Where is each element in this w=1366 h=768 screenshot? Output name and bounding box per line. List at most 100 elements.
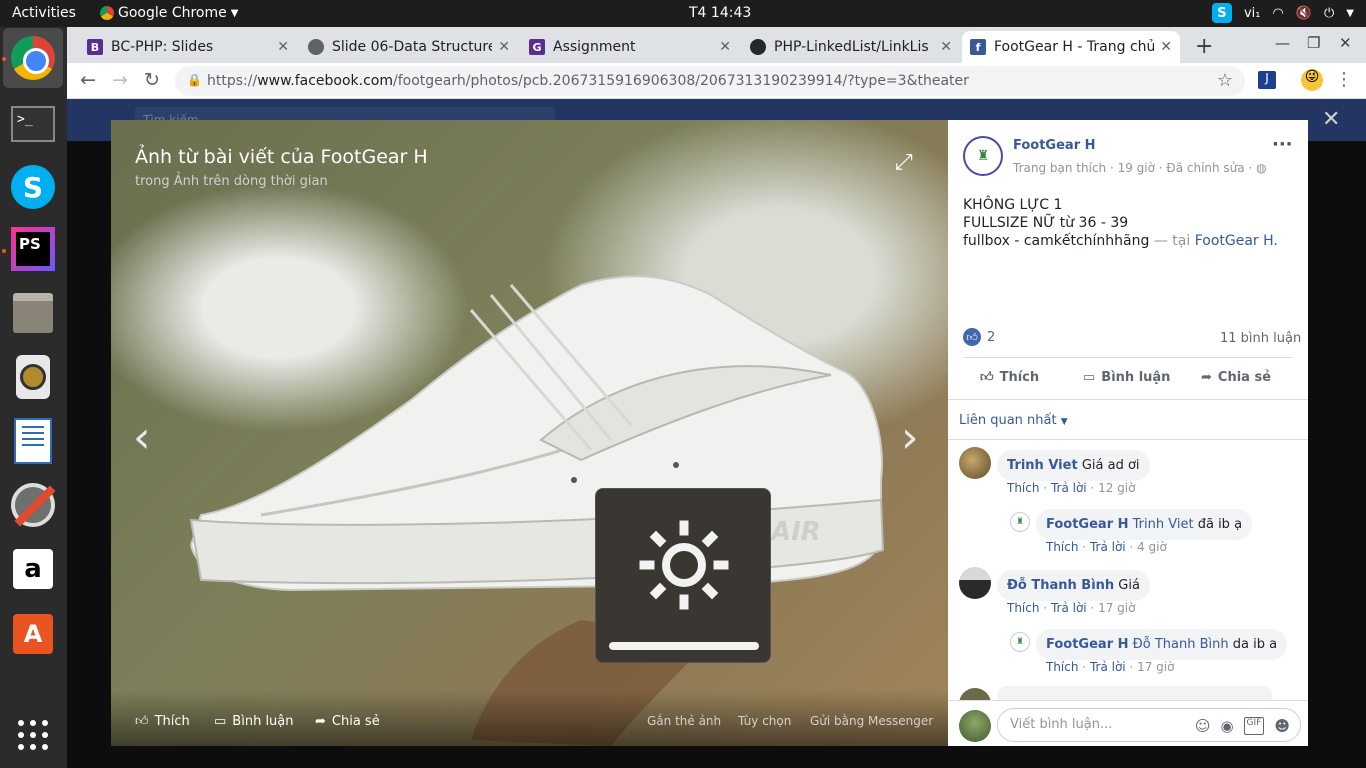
camera-icon[interactable]: ◉ bbox=[1220, 717, 1233, 735]
comment-like-link[interactable]: Thích bbox=[1046, 660, 1078, 674]
commenter-name[interactable]: FootGear H bbox=[1046, 637, 1129, 652]
dock-files[interactable] bbox=[9, 289, 57, 337]
photo-comment-button[interactable]: ▭ Bình luận bbox=[214, 714, 294, 729]
comment-input[interactable]: Viết bình luận... ☺ ◉ GIF ☻ bbox=[997, 708, 1301, 742]
tab-php-linkedlist[interactable]: PHP-LinkedList/LinkLis ✕ bbox=[742, 31, 960, 63]
back-button[interactable]: ← bbox=[80, 69, 96, 91]
comment-text: đã ib ạ bbox=[1197, 517, 1243, 532]
dock-writer[interactable] bbox=[9, 417, 57, 465]
address-bar[interactable]: 🔒 https://www.facebook.com/footgearh/pho… bbox=[175, 66, 1245, 96]
next-photo-arrow[interactable]: › bbox=[901, 412, 919, 463]
comment-like-link[interactable]: Thích bbox=[1007, 481, 1039, 495]
globe-icon: ◍ bbox=[1256, 161, 1267, 175]
close-tab-icon[interactable]: ✕ bbox=[719, 39, 731, 55]
comment-sort-dropdown[interactable]: Liên quan nhất ▼ bbox=[959, 413, 1068, 428]
comment-button[interactable]: ▭ Bình luận bbox=[1083, 370, 1170, 385]
settings-icon bbox=[11, 483, 55, 527]
close-tab-icon[interactable]: ✕ bbox=[498, 39, 510, 55]
wifi-icon: ◠ bbox=[1272, 5, 1284, 21]
avatar[interactable]: ♜ bbox=[1010, 512, 1030, 532]
avatar bbox=[959, 710, 991, 742]
comment-reply-link[interactable]: Trả lời bbox=[1051, 481, 1087, 495]
tagged-user[interactable]: Trinh Viet bbox=[1133, 517, 1194, 532]
new-tab-button[interactable]: + bbox=[1195, 34, 1213, 59]
comment-icon: ▭ bbox=[1083, 370, 1096, 385]
emoji-extension-icon[interactable]: 😜 bbox=[1301, 69, 1323, 91]
extension-icon[interactable]: J bbox=[1258, 71, 1276, 89]
photo-share-button[interactable]: ➦ Chia sẻ bbox=[315, 714, 380, 729]
location-link[interactable]: FootGear H bbox=[1195, 233, 1274, 249]
dock-amazon[interactable]: a bbox=[9, 545, 57, 593]
minimize-button[interactable]: — bbox=[1275, 34, 1290, 52]
keyboard-layout[interactable]: vi₁ bbox=[1244, 6, 1261, 21]
close-theater-icon[interactable]: ✕ bbox=[1322, 107, 1340, 132]
comment-time[interactable]: 12 giờ bbox=[1098, 481, 1135, 495]
comment-like-link[interactable]: Thích bbox=[1046, 540, 1078, 554]
post-meta: Trang bạn thích · 19 giờ · Đã chỉnh sửa … bbox=[1013, 161, 1267, 175]
previous-photo-arrow[interactable]: ‹ bbox=[133, 412, 151, 463]
show-apps-button[interactable] bbox=[9, 711, 57, 759]
emoji-icon[interactable]: ☺ bbox=[1195, 717, 1211, 735]
fullscreen-icon[interactable]: ⤢ bbox=[895, 150, 913, 175]
commenter-name[interactable]: Đỗ Thanh Bình bbox=[1007, 578, 1114, 593]
forward-button[interactable]: → bbox=[112, 69, 128, 91]
tagged-user[interactable]: Đỗ Thanh Bình bbox=[1133, 637, 1229, 652]
commenter-name[interactable]: FootGear H bbox=[1046, 517, 1129, 532]
avatar[interactable] bbox=[959, 447, 991, 479]
bookmark-star-icon[interactable]: ☆ bbox=[1217, 70, 1233, 91]
comment-like-link[interactable]: Thích bbox=[1007, 601, 1039, 615]
comment-time[interactable]: 17 giờ bbox=[1098, 601, 1135, 615]
comment-time[interactable]: 17 giờ bbox=[1137, 660, 1174, 674]
close-tab-icon[interactable]: ✕ bbox=[940, 39, 952, 55]
tag-photo-link[interactable]: Gắn thẻ ảnh bbox=[647, 714, 721, 728]
photo-viewer[interactable]: AIR Ảnh từ bài viết của FootGear H trong… bbox=[111, 120, 948, 746]
dock-software[interactable]: A bbox=[9, 610, 57, 658]
close-tab-icon[interactable]: ✕ bbox=[277, 39, 289, 55]
brightness-level-fill bbox=[609, 642, 759, 650]
tab-bc-php-slides[interactable]: B BC-PHP: Slides ✕ bbox=[79, 31, 297, 63]
comment-time[interactable]: 4 giờ bbox=[1137, 540, 1167, 554]
comment-reply-link[interactable]: Trả lời bbox=[1051, 601, 1087, 615]
chrome-tab-bar: B BC-PHP: Slides ✕ Slide 06-Data Structu… bbox=[67, 27, 1366, 63]
dock-skype[interactable]: S bbox=[9, 163, 57, 211]
skype-tray-icon[interactable]: S bbox=[1211, 3, 1232, 23]
dock-chrome[interactable] bbox=[3, 28, 63, 88]
reload-button[interactable]: ↻ bbox=[144, 69, 160, 91]
chrome-menu-icon[interactable]: ⋮ bbox=[1335, 69, 1353, 90]
clock[interactable]: T4 14:43 bbox=[689, 5, 751, 21]
tab-slide-06[interactable]: Slide 06-Data Structure ✕ bbox=[300, 31, 518, 63]
dock-terminal[interactable]: >_ bbox=[9, 100, 57, 148]
page-name-link[interactable]: FootGear H bbox=[1013, 138, 1096, 153]
tab-assignment[interactable]: G Assignment ✕ bbox=[521, 31, 739, 63]
page-avatar[interactable]: ♜ bbox=[963, 136, 1003, 176]
photo-like-button[interactable]: 👍︎ Thích bbox=[135, 714, 190, 729]
avatar[interactable]: ♜ bbox=[1010, 632, 1030, 652]
close-tab-icon[interactable]: ✕ bbox=[1160, 39, 1172, 55]
comment-count-link[interactable]: 11 bình luận bbox=[1220, 331, 1301, 346]
commenter-name[interactable]: Trinh Viet bbox=[1007, 458, 1078, 473]
close-window-button[interactable]: ✕ bbox=[1339, 34, 1352, 52]
options-link[interactable]: Tùy chọn bbox=[738, 714, 791, 728]
reaction-summary[interactable]: 👍︎ 2 bbox=[963, 328, 995, 346]
dock-phpstorm[interactable]: PS bbox=[9, 225, 57, 273]
like-count: 2 bbox=[987, 329, 996, 345]
tab-footgear-h[interactable]: f FootGear H - Trang chủ ✕ bbox=[962, 31, 1180, 63]
photo-subtitle[interactable]: trong Ảnh trên dòng thời gian bbox=[135, 174, 328, 189]
comment-reply-link[interactable]: Trả lời bbox=[1090, 660, 1126, 674]
share-icon: ➦ bbox=[1201, 370, 1212, 385]
avatar[interactable] bbox=[959, 567, 991, 599]
gif-icon[interactable]: GIF bbox=[1243, 717, 1265, 735]
activities-button[interactable]: Activities bbox=[12, 5, 76, 21]
sticker-icon[interactable]: ☻ bbox=[1274, 717, 1290, 735]
share-button[interactable]: ➦ Chia sẻ bbox=[1201, 370, 1271, 385]
post-side-panel: ♜ FootGear H Trang bạn thích · 19 giờ · … bbox=[948, 120, 1308, 746]
like-button[interactable]: 👍︎ Thích bbox=[980, 370, 1039, 385]
maximize-button[interactable]: ❐ bbox=[1307, 34, 1320, 52]
app-menu[interactable]: Google Chrome ▼ bbox=[100, 5, 238, 21]
comment-reply-link[interactable]: Trả lời bbox=[1090, 540, 1126, 554]
send-messenger-link[interactable]: Gửi bằng Messenger bbox=[810, 714, 933, 728]
more-options-icon[interactable]: ··· bbox=[1272, 134, 1293, 155]
dock-rhythmbox[interactable] bbox=[9, 353, 57, 401]
dock-settings[interactable] bbox=[9, 481, 57, 529]
system-tray[interactable]: S vi₁ ◠ 🔇 ⏻ ▼ bbox=[1211, 3, 1354, 23]
